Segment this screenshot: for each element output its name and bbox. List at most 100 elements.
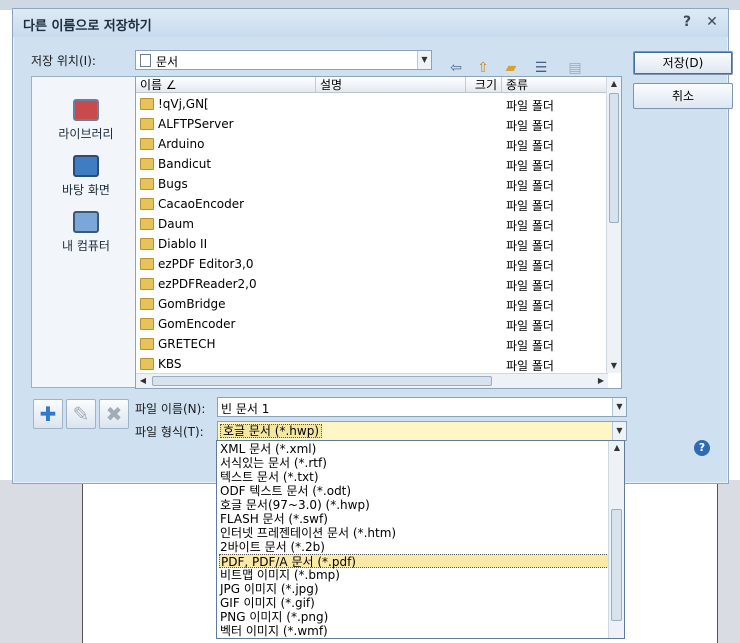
filetype-option[interactable]: FLASH 문서 (*.swf) [219, 512, 328, 526]
horizontal-scrollbar[interactable]: ◀ ▶ [136, 373, 608, 388]
filetype-option-highlighted[interactable]: PDF, PDF/A 문서 (*.pdf) [219, 554, 609, 569]
folder-icon [140, 158, 154, 170]
library-icon [73, 99, 99, 121]
place-library-label: 라이브러리 [58, 127, 114, 141]
column-name[interactable]: 이름 ∠ [136, 77, 316, 93]
folder-icon [140, 218, 154, 230]
list-item[interactable]: CacaoEncoder 파일 폴더 [136, 194, 608, 214]
location-value: 문서 [156, 55, 179, 69]
list-item[interactable]: GRETECH 파일 폴더 [136, 334, 608, 354]
horizontal-scroll-thumb[interactable] [152, 376, 492, 386]
location-label: 저장 위치(I): [31, 54, 96, 68]
list-item[interactable]: Bandicut 파일 폴더 [136, 154, 608, 174]
filename-value: 빈 문서 1 [221, 402, 270, 416]
tools-icon[interactable]: ▤ [565, 59, 585, 77]
folder-icon [140, 338, 154, 350]
delete-icon[interactable]: ✖ [99, 399, 129, 429]
list-item[interactable]: GomBridge 파일 폴더 [136, 294, 608, 314]
place-computer-label: 내 컴퓨터 [62, 239, 110, 253]
filetype-option[interactable]: 호글 문서(97~3.0) (*.hwp) [219, 498, 370, 512]
folder-icon [140, 98, 154, 110]
folder-icon [140, 258, 154, 270]
list-item[interactable]: ezPDFReader2,0 파일 폴더 [136, 274, 608, 294]
add-icon[interactable]: ✚ [33, 399, 63, 429]
save-as-dialog: 다른 이름으로 저장하기 ? ✕ 저장 위치(I): 문서 ▼ ⇦ ⇧ ▰ ☰ … [12, 8, 733, 484]
filetype-option[interactable]: 텍스트 문서 (*.txt) [219, 470, 319, 484]
scroll-down-icon[interactable]: ▼ [607, 359, 621, 373]
save-button[interactable]: 저장(D) [633, 51, 733, 75]
list-item[interactable]: !qVj,GN[파일 폴더 [136, 94, 608, 114]
column-type[interactable]: 종류 [502, 77, 608, 93]
place-computer[interactable]: 내 컴퓨터 [32, 211, 140, 254]
desktop-icon [73, 155, 99, 177]
filetype-option[interactable]: 서식있는 문서 (*.rtf) [219, 456, 327, 470]
back-icon[interactable]: ⇦ [446, 59, 466, 77]
list-item[interactable]: ALFTPServer 파일 폴더 [136, 114, 608, 134]
place-desktop-label: 바탕 화면 [62, 183, 110, 197]
vertical-scrollbar[interactable]: ▲ ▼ [606, 77, 621, 373]
place-library[interactable]: 라이브러리 [32, 99, 140, 142]
list-item[interactable]: KBS 파일 폴더 [136, 354, 608, 374]
title-bar[interactable]: 다른 이름으로 저장하기 ? ✕ [13, 9, 728, 37]
scroll-up-icon[interactable]: ▲ [610, 441, 624, 455]
dropdown-scroll-thumb[interactable] [611, 509, 622, 621]
location-combo[interactable]: 문서 ▼ [135, 50, 432, 70]
filetype-label: 파일 형식(T): [135, 425, 204, 439]
filetype-dropdown-list[interactable]: XML 문서 (*.xml) 서식있는 문서 (*.rtf) 텍스트 문서 (*… [216, 440, 625, 639]
chevron-down-icon[interactable]: ▼ [612, 398, 626, 416]
list-item[interactable]: Diablo II 파일 폴더 [136, 234, 608, 254]
list-item[interactable]: Bugs 파일 폴더 [136, 174, 608, 194]
cancel-button[interactable]: 취소 [633, 83, 733, 109]
filetype-option[interactable]: ODF 텍스트 문서 (*.odt) [219, 484, 351, 498]
dialog-title: 다른 이름으로 저장하기 [23, 19, 152, 34]
folder-icon [140, 118, 154, 130]
scroll-up-icon[interactable]: ▲ [607, 77, 621, 91]
list-item[interactable]: Arduino 파일 폴더 [136, 134, 608, 154]
filetype-option[interactable]: PNG 이미지 (*.png) [219, 610, 328, 624]
column-description[interactable]: 설명 [316, 77, 466, 93]
help-button[interactable]: ? [678, 13, 696, 31]
column-size[interactable]: 크기 [466, 77, 502, 93]
help-icon[interactable]: ? [694, 440, 710, 456]
computer-icon [73, 211, 99, 233]
folder-icon [140, 178, 154, 190]
file-rows: !qVj,GN[파일 폴더 ALFTPServer 파일 폴더 Arduino 파일… [136, 94, 608, 374]
file-list[interactable]: 이름 ∠ 설명 크기 종류 !qVj,GN[파일 폴더 ALFTPServer 파… [135, 76, 622, 389]
scroll-right-icon[interactable]: ▶ [594, 374, 608, 388]
edit-icon[interactable]: ✎ [66, 399, 96, 429]
filetype-option[interactable]: 인터넷 프레젠테이션 문서 (*.htm) [219, 526, 396, 540]
list-item[interactable]: GomEncoder 파일 폴더 [136, 314, 608, 334]
filetype-select[interactable]: 호글 문서 (*.hwp) ▼ [217, 421, 627, 441]
places-bar: 라이브러리 바탕 화면 내 컴퓨터 [31, 76, 141, 388]
list-item[interactable]: ezPDF Editor3,0 파일 폴더 [136, 254, 608, 274]
filetype-option[interactable]: 벡터 이미지 (*.wmf) [219, 624, 328, 638]
folder-icon [140, 278, 154, 290]
folder-icon [140, 238, 154, 250]
vertical-scroll-thumb[interactable] [609, 93, 619, 223]
document-icon [140, 54, 151, 67]
filename-input[interactable]: 빈 문서 1 ▼ [217, 397, 627, 417]
view-menu-icon[interactable]: ☰ [531, 59, 551, 77]
chevron-down-icon[interactable]: ▼ [417, 51, 431, 69]
close-button[interactable]: ✕ [703, 13, 721, 31]
folder-icon [140, 318, 154, 330]
list-item[interactable]: Daum 파일 폴더 [136, 214, 608, 234]
dropdown-scrollbar[interactable]: ▲ [608, 441, 624, 638]
folder-icon [140, 358, 154, 370]
filetype-value: 호글 문서 (*.hwp) [220, 424, 323, 438]
file-list-header: 이름 ∠ 설명 크기 종류 [136, 77, 608, 93]
new-folder-icon[interactable]: ▰ [501, 59, 521, 77]
filetype-option[interactable]: XML 문서 (*.xml) [219, 442, 316, 456]
filetype-option[interactable]: 2바이트 문서 (*.2b) [219, 540, 325, 554]
up-folder-icon[interactable]: ⇧ [473, 59, 493, 77]
chevron-down-icon[interactable]: ▼ [612, 422, 626, 440]
filetype-option[interactable]: JPG 이미지 (*.jpg) [219, 582, 319, 596]
filetype-option[interactable]: 비트맵 이미지 (*.bmp) [219, 568, 340, 582]
filename-label: 파일 이름(N): [135, 402, 206, 416]
folder-icon [140, 298, 154, 310]
place-desktop[interactable]: 바탕 화면 [32, 155, 140, 198]
folder-icon [140, 198, 154, 210]
folder-icon [140, 138, 154, 150]
scroll-left-icon[interactable]: ◀ [136, 374, 150, 388]
filetype-option[interactable]: GIF 이미지 (*.gif) [219, 596, 315, 610]
